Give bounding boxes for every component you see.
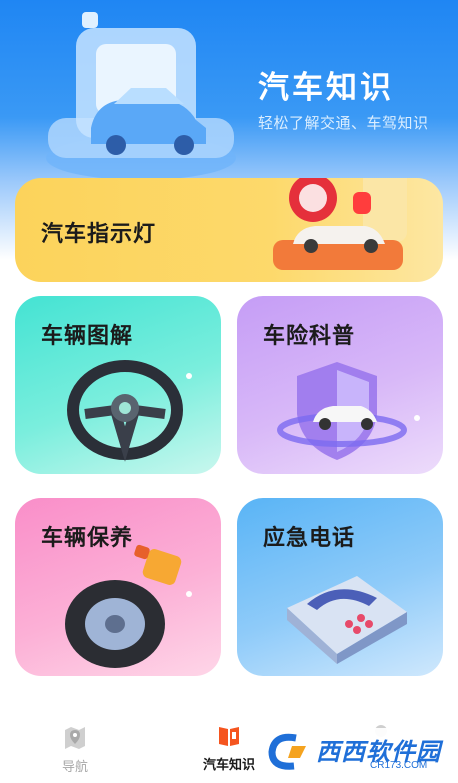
card-label: 汽车指示灯	[41, 222, 157, 247]
car-illustration-icon	[46, 12, 236, 180]
map-pin-icon	[65, 727, 85, 749]
tire-icon	[65, 544, 192, 668]
watermark: 西西软件园 CR173.COM	[262, 728, 452, 776]
card-emergency-phone[interactable]: 应急电话	[237, 498, 443, 676]
telephone-icon	[287, 576, 407, 664]
nav-item-car-knowledge[interactable]: 汽车知识	[194, 724, 264, 773]
nav-item-guide[interactable]: 导航	[40, 724, 110, 775]
page-title: 汽车知识	[258, 70, 394, 106]
card-indicator-lights[interactable]: 汽车指示灯	[15, 178, 443, 282]
card-maintenance[interactable]: 车辆保养	[15, 498, 221, 676]
steering-wheel-icon	[67, 360, 192, 462]
nav-label: 导航	[61, 760, 88, 775]
card-label: 应急电话	[263, 526, 356, 551]
page-subtitle: 轻松了解交通、车驾知识	[258, 114, 429, 132]
watermark-logo-icon	[268, 733, 306, 770]
card-insurance[interactable]: 车险科普	[237, 296, 443, 474]
book-icon	[219, 727, 239, 746]
nav-label: 汽车知识	[202, 758, 255, 773]
watermark-url: CR173.COM	[370, 760, 428, 771]
warning-light-icon	[273, 178, 407, 270]
shield-car-icon	[277, 362, 420, 460]
card-vehicle-diagrams[interactable]: 车辆图解	[15, 296, 221, 474]
card-label: 车辆图解	[41, 324, 134, 349]
card-label: 车险科普	[263, 324, 356, 349]
